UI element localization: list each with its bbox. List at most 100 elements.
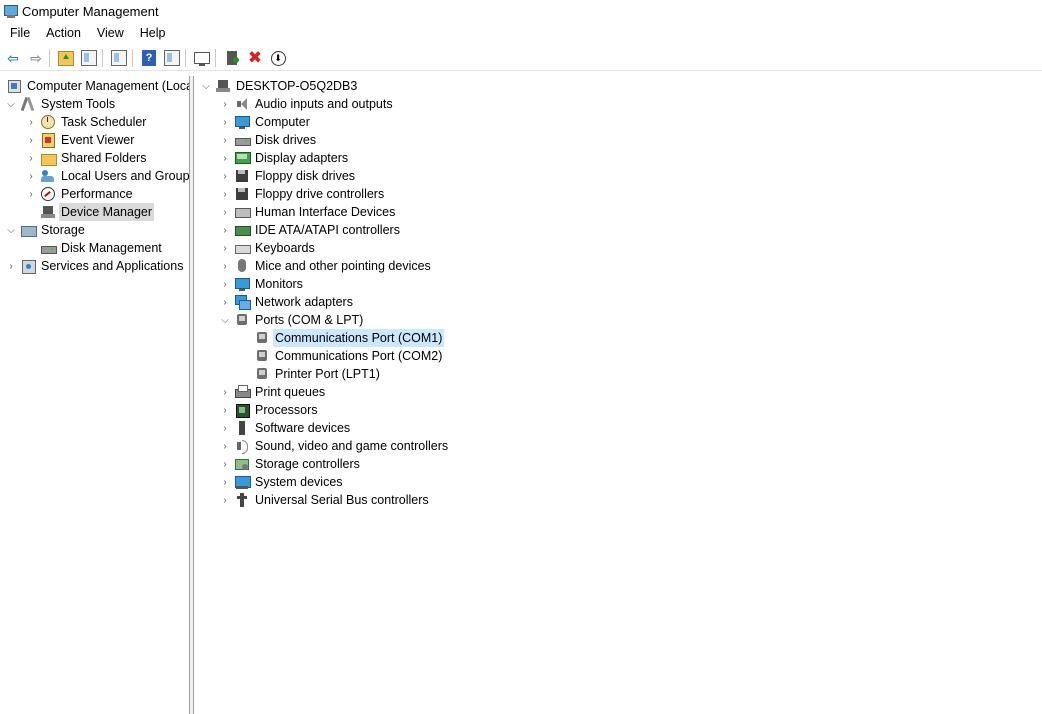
tree-node-system-tools[interactable]: ⌵ System Tools: [5, 95, 117, 113]
device-category-label: Sound, video and game controllers: [255, 439, 449, 453]
device-item-label: Printer Port (LPT1): [275, 367, 380, 381]
chevron-right-icon[interactable]: ›: [25, 149, 37, 167]
chevron-right-icon[interactable]: ›: [219, 239, 231, 257]
chevron-right-icon[interactable]: ›: [219, 203, 231, 221]
tree-node-disk-management[interactable]: Disk Management: [37, 239, 164, 257]
tree-node-label: Device Manager: [59, 203, 155, 221]
chevron-right-icon[interactable]: ›: [219, 275, 231, 293]
tree-node-label: Local Users and Groups: [61, 169, 190, 183]
device-category-label: Disk drives: [255, 133, 317, 147]
tree-node-performance[interactable]: › Performance: [25, 185, 135, 203]
chevron-down-icon[interactable]: ⌵: [200, 77, 212, 95]
tree-node-storage[interactable]: ⌵ Storage: [5, 221, 87, 239]
device-tree-root[interactable]: ⌵ DESKTOP-O5Q2DB3: [200, 77, 359, 95]
export-list-button[interactable]: [109, 48, 129, 68]
chevron-right-icon[interactable]: ›: [25, 131, 37, 149]
chevron-right-icon[interactable]: ›: [219, 293, 231, 311]
help-icon: ?: [142, 50, 156, 66]
update-driver-button[interactable]: [222, 48, 242, 68]
software-device-icon: [234, 420, 250, 436]
title-bar: Computer Management: [0, 0, 1042, 22]
chevron-right-icon[interactable]: ›: [219, 401, 231, 419]
device-category-usb[interactable]: › Universal Serial Bus controllers: [219, 491, 431, 509]
forward-button[interactable]: ⇨: [26, 48, 46, 68]
chevron-right-icon[interactable]: ›: [219, 437, 231, 455]
device-category-audio[interactable]: › Audio inputs and outputs: [219, 95, 395, 113]
hid-icon: [234, 204, 251, 220]
device-item-lpt1[interactable]: Printer Port (LPT1): [251, 365, 382, 383]
device-category-label: Processors: [255, 403, 318, 417]
chevron-right-icon[interactable]: ›: [219, 221, 231, 239]
toolbar: ⇦ ⇨ ? ✖ ⬇: [0, 46, 1042, 71]
device-category-software-devices[interactable]: › Software devices: [219, 419, 352, 437]
chevron-right-icon[interactable]: ›: [25, 167, 37, 185]
storage-controller-icon: [234, 456, 250, 472]
device-category-storage-controllers[interactable]: › Storage controllers: [219, 455, 362, 473]
tree-node-task-scheduler[interactable]: › Task Scheduler: [25, 113, 148, 131]
device-category-processors[interactable]: › Processors: [219, 401, 320, 419]
chevron-down-icon[interactable]: ⌵: [219, 311, 231, 329]
device-category-network-adapters[interactable]: › Network adapters: [219, 293, 355, 311]
tree-node-computer-management[interactable]: Computer Management (Local: [3, 77, 189, 95]
chevron-right-icon[interactable]: ›: [25, 185, 37, 203]
chevron-down-icon[interactable]: ⌵: [5, 95, 17, 113]
device-category-label: System devices: [255, 475, 343, 489]
chevron-right-icon[interactable]: ›: [25, 113, 37, 131]
chevron-right-icon[interactable]: ›: [5, 257, 17, 275]
menu-help[interactable]: Help: [134, 23, 172, 43]
device-category-hid[interactable]: › Human Interface Devices: [219, 203, 397, 221]
tree-node-services-and-applications[interactable]: › Services and Applications: [5, 257, 185, 275]
device-category-ports[interactable]: ⌵ Ports (COM & LPT): [219, 311, 365, 329]
local-users-icon: [40, 168, 56, 184]
chevron-right-icon[interactable]: ›: [219, 419, 231, 437]
toolbar-separator: [49, 49, 50, 67]
up-folder-button[interactable]: [56, 48, 76, 68]
tree-node-label: Event Viewer: [61, 133, 135, 147]
tree-node-shared-folders[interactable]: › Shared Folders: [25, 149, 148, 167]
device-item-com2[interactable]: Communications Port (COM2): [251, 347, 444, 365]
chevron-right-icon[interactable]: ›: [219, 383, 231, 401]
menu-action[interactable]: Action: [40, 23, 87, 43]
tree-node-event-viewer[interactable]: › Event Viewer: [25, 131, 136, 149]
device-category-keyboards[interactable]: › Keyboards: [219, 239, 317, 257]
help-button[interactable]: ?: [139, 48, 159, 68]
device-category-sound[interactable]: › Sound, video and game controllers: [219, 437, 450, 455]
chevron-right-icon[interactable]: ›: [219, 491, 231, 509]
chevron-right-icon[interactable]: ›: [219, 455, 231, 473]
disable-device-button[interactable]: ⬇: [268, 48, 288, 68]
tree-node-device-manager[interactable]: Device Manager: [37, 203, 155, 221]
action-pane-button[interactable]: [162, 48, 182, 68]
tree-node-local-users[interactable]: › Local Users and Groups: [25, 167, 190, 185]
chevron-right-icon[interactable]: ›: [219, 113, 231, 131]
usb-icon: [234, 492, 250, 508]
menu-view[interactable]: View: [91, 23, 130, 43]
device-category-disk-drives[interactable]: › Disk drives: [219, 131, 318, 149]
device-category-display-adapters[interactable]: › Display adapters: [219, 149, 350, 167]
device-category-floppy-controllers[interactable]: › Floppy drive controllers: [219, 185, 386, 203]
chevron-right-icon[interactable]: ›: [219, 257, 231, 275]
chevron-right-icon[interactable]: ›: [219, 149, 231, 167]
chevron-right-icon[interactable]: ›: [219, 185, 231, 203]
storage-icon: [20, 222, 37, 238]
device-category-system-devices[interactable]: › System devices: [219, 473, 345, 491]
chevron-right-icon[interactable]: ›: [219, 167, 231, 185]
menu-bar: File Action View Help: [0, 23, 172, 43]
menu-file[interactable]: File: [4, 23, 36, 43]
device-category-mice[interactable]: › Mice and other pointing devices: [219, 257, 433, 275]
device-category-print-queues[interactable]: › Print queues: [219, 383, 327, 401]
chevron-right-icon[interactable]: ›: [219, 131, 231, 149]
device-tree-pane: ⌵ DESKTOP-O5Q2DB3 › Audio inputs and out…: [193, 76, 1042, 714]
uninstall-device-button[interactable]: ✖: [245, 48, 265, 68]
scan-hardware-button[interactable]: [192, 48, 212, 68]
device-category-monitors[interactable]: › Monitors: [219, 275, 305, 293]
device-category-computer[interactable]: › Computer: [219, 113, 312, 131]
device-category-ide-controllers[interactable]: › IDE ATA/ATAPI controllers: [219, 221, 402, 239]
chevron-down-icon[interactable]: ⌵: [5, 221, 17, 239]
device-category-label: Network adapters: [255, 295, 353, 309]
show-hide-tree-button[interactable]: [79, 48, 99, 68]
device-category-floppy-disk-drives[interactable]: › Floppy disk drives: [219, 167, 357, 185]
device-item-com1[interactable]: Communications Port (COM1): [251, 329, 445, 347]
chevron-right-icon[interactable]: ›: [219, 95, 231, 113]
back-button[interactable]: ⇦: [3, 48, 23, 68]
chevron-right-icon[interactable]: ›: [219, 473, 231, 491]
